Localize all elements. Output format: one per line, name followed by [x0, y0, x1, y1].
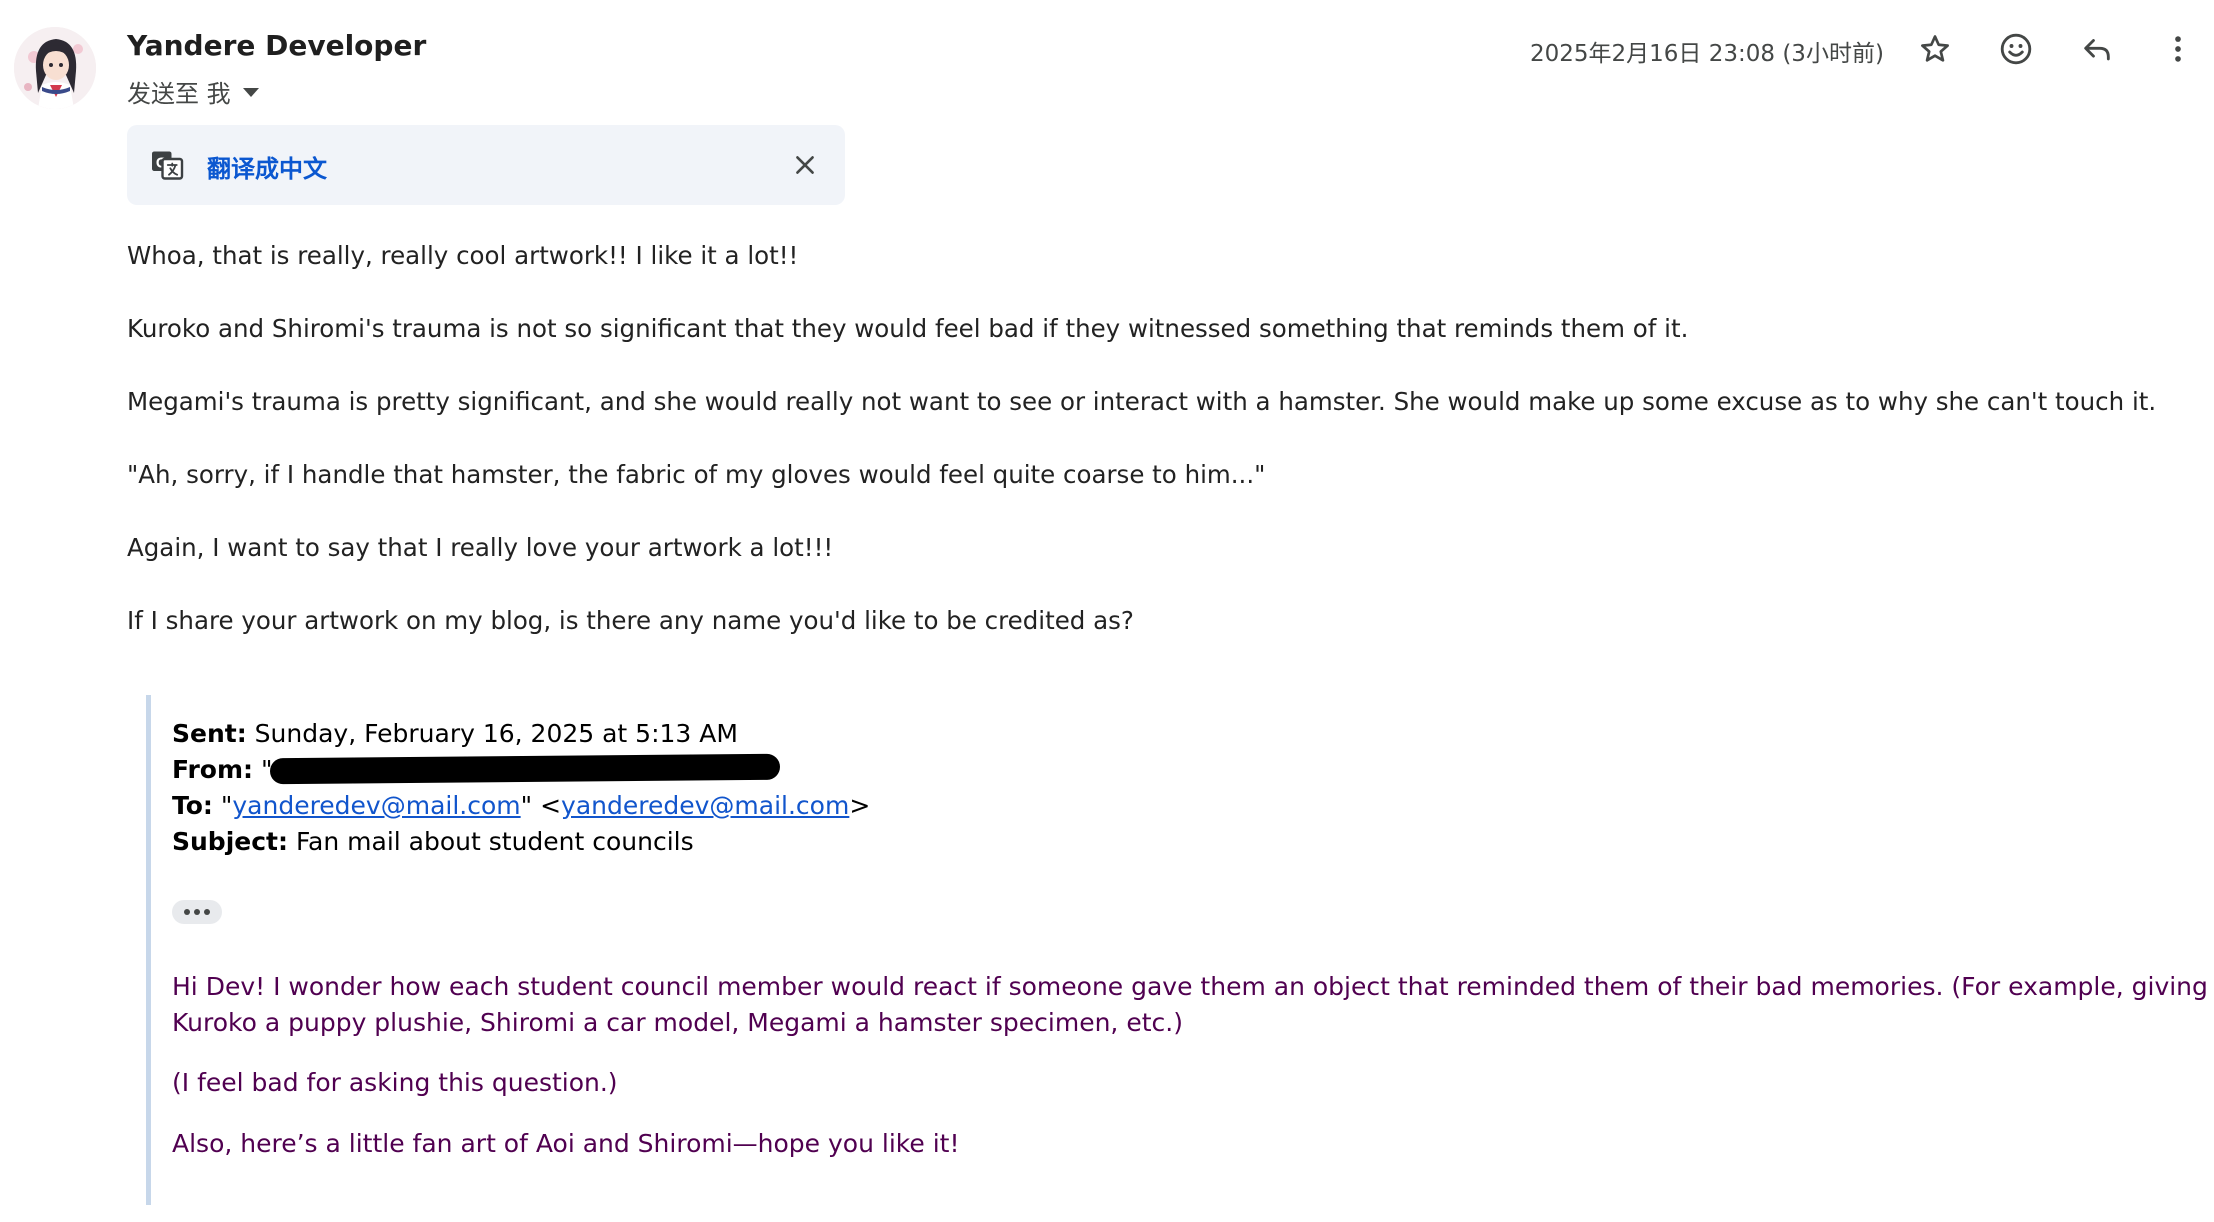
body-paragraph: Kuroko and Shiromi's trauma is not so si…	[127, 314, 1689, 343]
message-timestamp: 2025年2月16日 23:08 (3小时前)	[1530, 41, 1884, 67]
body-paragraph: Megami's trauma is pretty significant, a…	[127, 387, 2157, 416]
ellipsis-dot	[184, 909, 190, 915]
dismiss-translate-button[interactable]	[787, 147, 823, 183]
body-paragraph: "Ah, sorry, if I handle that hamster, th…	[127, 460, 1266, 489]
to-mid: " <	[520, 791, 562, 820]
to-quote-open: "	[220, 791, 233, 820]
quoted-from-line: From: "	[172, 752, 781, 788]
sender-name: Yandere Developer	[127, 29, 427, 62]
from-label: From:	[172, 755, 254, 784]
recipient-details-toggle[interactable]: 发送至 我	[127, 74, 259, 109]
to-name-link[interactable]: yanderedev@mail.com	[232, 791, 520, 820]
subject-value: Fan mail about student councils	[295, 827, 694, 856]
more-options-button[interactable]	[2153, 24, 2203, 74]
redaction-mark	[270, 753, 781, 785]
translate-to-chinese-link[interactable]: 翻译成中文	[207, 149, 327, 184]
subject-label: Subject:	[172, 827, 288, 856]
sent-value: Sunday, February 16, 2025 at 5:13 AM	[254, 719, 738, 748]
body-paragraph: If I share your artwork on my blog, is t…	[127, 606, 1134, 635]
quoted-message-line: Hi Dev! I wonder how each student counci…	[172, 972, 2208, 1001]
quoted-message-line: Also, here’s a little fan art of Aoi and…	[172, 1129, 960, 1158]
chevron-down-icon	[242, 88, 259, 97]
body-paragraph: Whoa, that is really, really cool artwor…	[127, 241, 799, 270]
ellipsis-dot	[204, 909, 210, 915]
quoted-subject-line: Subject: Fan mail about student councils	[172, 824, 694, 860]
more-vert-icon	[2175, 36, 2181, 62]
reply-button[interactable]	[2072, 24, 2122, 74]
quoted-message-line: Kuroko a puppy plushie, Shiromi a car mo…	[172, 1008, 1183, 1037]
quoted-message-line: (I feel bad for asking this question.)	[172, 1068, 618, 1097]
avatar-illustration	[14, 27, 96, 109]
body-paragraph: Again, I want to say that I really love …	[127, 533, 834, 562]
show-trimmed-content-button[interactable]	[172, 900, 222, 924]
star-button[interactable]	[1910, 24, 1960, 74]
emoji-icon	[2000, 33, 2032, 65]
quote-divider	[146, 695, 151, 1205]
sent-label: Sent:	[172, 719, 247, 748]
ellipsis-dot	[194, 909, 200, 915]
to-close: >	[849, 791, 871, 820]
to-label: To:	[172, 791, 213, 820]
add-reaction-button[interactable]	[1991, 24, 2041, 74]
email-message-view: Yandere Developer 发送至 我 2025年2月16日 23:08…	[0, 0, 2214, 1222]
to-email-link[interactable]: yanderedev@mail.com	[561, 791, 849, 820]
sender-avatar[interactable]	[14, 27, 96, 109]
translate-banner: G 翻译成中文	[127, 125, 845, 205]
translate-icon: G	[152, 151, 184, 180]
reply-icon	[2084, 39, 2110, 61]
close-icon	[796, 156, 814, 174]
star-icon	[1921, 35, 1949, 62]
quoted-sent-line: Sent: Sunday, February 16, 2025 at 5:13 …	[172, 716, 738, 752]
quoted-to-line: To: "yanderedev@mail.com" <yanderedev@ma…	[172, 788, 870, 824]
recipient-label: 发送至 我	[127, 80, 231, 108]
